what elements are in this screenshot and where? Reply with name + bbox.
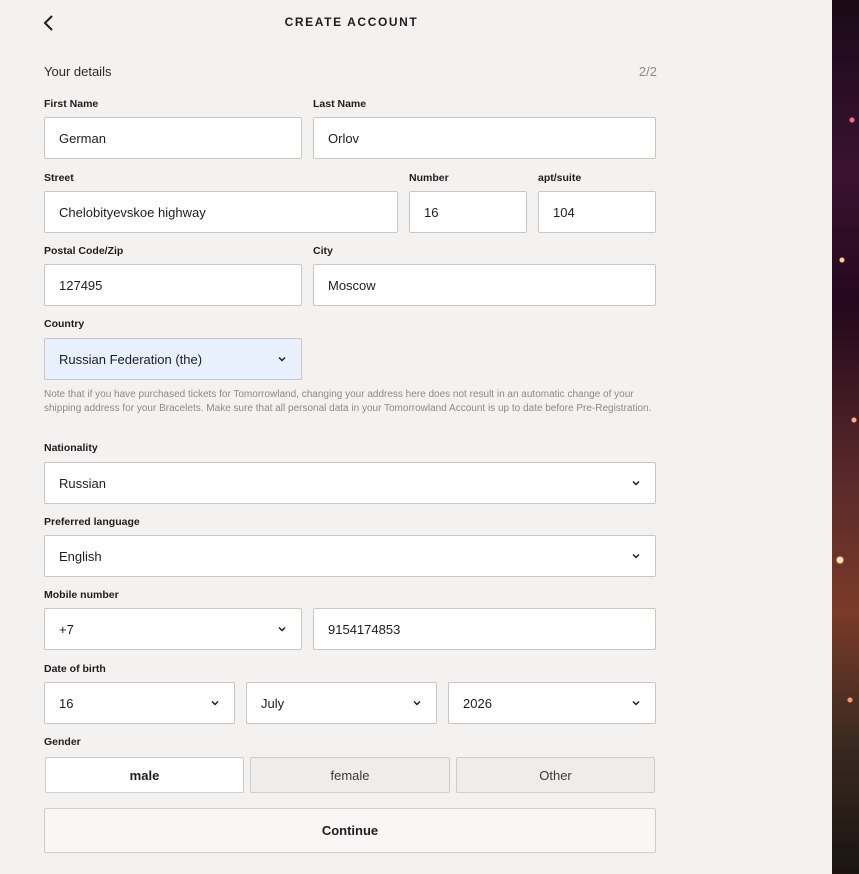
step-indicator: 2/2	[638, 64, 657, 79]
gender-female-button[interactable]: female	[250, 757, 450, 793]
address-note: Note that if you have purchased tickets …	[44, 389, 652, 414]
gender-male-button[interactable]: male	[45, 757, 244, 793]
nationality-label: Nationality	[44, 442, 98, 454]
country-label: Country	[44, 318, 85, 330]
last-name-label: Last Name	[313, 98, 367, 110]
language-value: English	[59, 548, 102, 564]
first-name-field[interactable]: German	[44, 117, 302, 159]
create-account-panel: CREATE ACCOUNT Your details 2/2 First Na…	[0, 0, 832, 874]
number-label: Number	[409, 172, 449, 184]
nationality-select[interactable]: Russian	[44, 462, 656, 504]
number-field[interactable]: 16	[409, 191, 527, 233]
mobile-label: Mobile number	[44, 589, 119, 601]
city-value: Moscow	[328, 277, 376, 293]
dob-month-value: July	[261, 695, 285, 711]
language-label: Preferred language	[44, 516, 140, 528]
city-field[interactable]: Moscow	[313, 264, 656, 306]
first-name-label: First Name	[44, 98, 99, 110]
postal-field[interactable]: 127495	[44, 264, 302, 306]
last-name-field[interactable]: Orlov	[313, 117, 656, 159]
mobile-number-field[interactable]: 9154174853	[313, 608, 656, 650]
number-value: 16	[424, 204, 439, 220]
nationality-value: Russian	[59, 475, 106, 491]
mobile-number-value: 9154174853	[328, 621, 401, 637]
chevron-down-icon	[211, 700, 219, 706]
dob-day-value: 16	[59, 695, 74, 711]
street-field[interactable]: Chelobityevskoe highway	[44, 191, 398, 233]
dob-year-select[interactable]: 2026	[448, 682, 656, 724]
first-name-value: German	[59, 130, 106, 146]
street-label: Street	[44, 172, 74, 184]
language-select[interactable]: English	[44, 535, 656, 577]
gender-label: Gender	[44, 736, 81, 748]
last-name-value: Orlov	[328, 130, 360, 146]
chevron-down-icon	[632, 480, 640, 486]
dob-month-select[interactable]: July	[246, 682, 437, 724]
apt-label: apt/suite	[538, 172, 582, 184]
chevron-down-icon	[413, 700, 421, 706]
chevron-down-icon	[278, 626, 286, 632]
chevron-down-icon	[278, 356, 286, 362]
chevron-down-icon	[632, 553, 640, 559]
dob-label: Date of birth	[44, 663, 106, 675]
dob-year-value: 2026	[463, 695, 492, 711]
page-title: CREATE ACCOUNT	[284, 15, 419, 29]
postal-label: Postal Code/Zip	[44, 245, 124, 257]
apt-field[interactable]: 104	[538, 191, 656, 233]
country-code-value: +7	[59, 621, 74, 637]
apt-value: 104	[553, 204, 575, 220]
dob-day-select[interactable]: 16	[44, 682, 235, 724]
postal-value: 127495	[59, 277, 103, 293]
gender-other-button[interactable]: Other	[456, 757, 655, 793]
country-select[interactable]: Russian Federation (the)	[44, 338, 302, 380]
country-value: Russian Federation (the)	[59, 351, 203, 367]
street-value: Chelobityevskoe highway	[59, 204, 206, 220]
continue-button[interactable]: Continue	[44, 808, 656, 853]
section-title: Your details	[44, 64, 112, 79]
country-code-select[interactable]: +7	[44, 608, 302, 650]
background-image	[832, 0, 859, 874]
chevron-down-icon	[632, 700, 640, 706]
city-label: City	[313, 245, 333, 257]
